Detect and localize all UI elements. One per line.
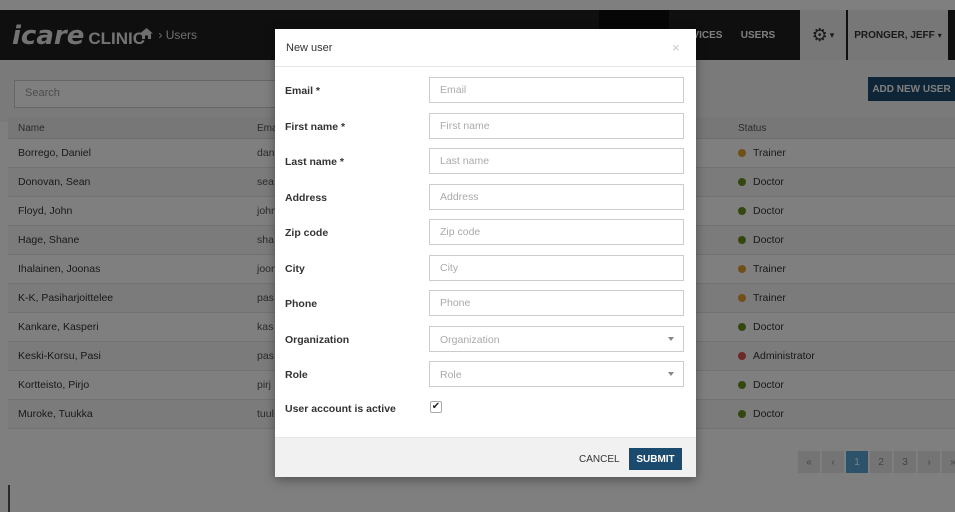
city-row: City	[275, 255, 696, 281]
email-label: Email *	[285, 85, 321, 97]
new-user-dialog: New user × Email * First name * Last nam…	[275, 29, 696, 477]
email-row: Email *	[275, 77, 696, 103]
dialog-title: New user	[286, 42, 333, 54]
organization-row: Organization Organization	[275, 326, 696, 352]
caret-down-icon	[668, 372, 674, 376]
phone-row: Phone	[275, 290, 696, 316]
organization-placeholder: Organization	[440, 334, 500, 346]
account-active-row: User account is active ✔	[275, 395, 696, 421]
last-name-field[interactable]	[429, 148, 684, 174]
last-name-row: Last name *	[275, 148, 696, 174]
address-label: Address	[285, 192, 328, 204]
phone-label: Phone	[285, 298, 318, 310]
first-name-field[interactable]	[429, 113, 684, 139]
last-name-label: Last name *	[285, 156, 344, 168]
city-field[interactable]	[429, 255, 684, 281]
account-active-label: User account is active	[285, 403, 396, 415]
city-label: City	[285, 263, 305, 275]
role-label: Role	[285, 369, 308, 381]
role-select[interactable]: Role	[429, 361, 684, 387]
zip-code-row: Zip code	[275, 219, 696, 245]
address-field[interactable]	[429, 184, 684, 210]
phone-field[interactable]	[429, 290, 684, 316]
close-icon[interactable]: ×	[672, 40, 680, 55]
role-row: Role Role	[275, 361, 696, 387]
caret-down-icon	[668, 337, 674, 341]
dialog-footer: CANCEL SUBMIT	[275, 437, 696, 477]
zip-code-field[interactable]	[429, 219, 684, 245]
email-field[interactable]	[429, 77, 684, 103]
dialog-header: New user ×	[275, 29, 696, 67]
address-row: Address	[275, 184, 696, 210]
organization-select[interactable]: Organization	[429, 326, 684, 352]
first-name-row: First name *	[275, 113, 696, 139]
organization-label: Organization	[285, 334, 350, 346]
zip-code-label: Zip code	[285, 227, 329, 239]
role-placeholder: Role	[440, 369, 462, 381]
first-name-label: First name *	[285, 121, 346, 133]
account-active-checkbox[interactable]: ✔	[430, 401, 442, 413]
cancel-button[interactable]: CANCEL	[579, 449, 620, 469]
submit-button[interactable]: SUBMIT	[629, 448, 682, 470]
checkmark-icon: ✔	[431, 401, 441, 412]
